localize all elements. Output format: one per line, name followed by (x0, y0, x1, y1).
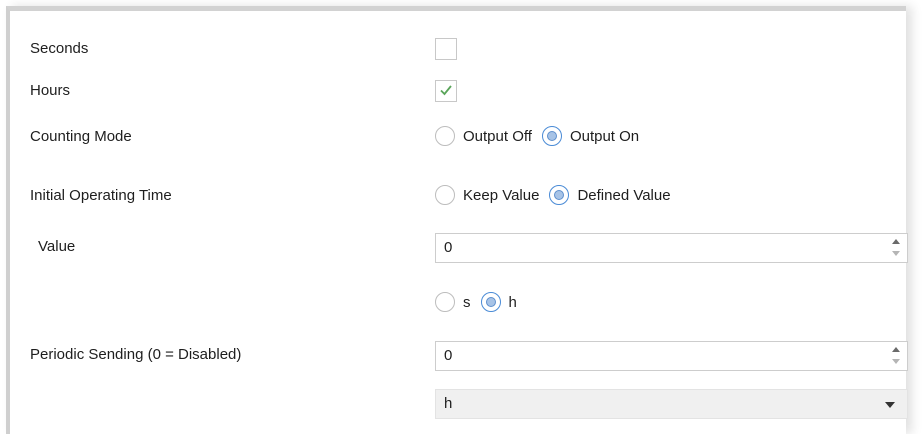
value-label: Value (38, 238, 76, 255)
spin-up-icon[interactable] (892, 347, 900, 352)
periodic-sending-spinbox[interactable]: 0 (435, 341, 908, 371)
row-periodic-sending: Periodic Sending (0 = Disabled) 0 (10, 341, 908, 371)
radio-h-label: h (508, 293, 517, 311)
radio-keep-value-label: Keep Value (463, 186, 540, 204)
initial-operating-time-label: Initial Operating Time (30, 187, 172, 204)
row-periodic-unit: h (10, 389, 908, 419)
hours-label: Hours (30, 82, 71, 99)
periodic-sending-label: Periodic Sending (0 = Disabled) (30, 346, 242, 363)
row-unit: s h (10, 289, 906, 319)
spin-up-icon[interactable] (892, 239, 900, 244)
row-value: Value 0 (10, 233, 908, 263)
radio-defined-value-label: Defined Value (577, 186, 671, 204)
hours-checkbox[interactable] (435, 80, 457, 102)
periodic-unit-selected: h (444, 395, 453, 412)
row-counting-mode: Counting Mode Output Off Output On (10, 123, 906, 153)
spin-down-icon[interactable] (892, 359, 900, 364)
radio-s-label: s (463, 293, 471, 311)
spin-down-icon[interactable] (892, 251, 900, 256)
row-hours: Hours (10, 77, 906, 107)
radio-option-defined-value[interactable]: Defined Value (549, 185, 671, 205)
seconds-label: Seconds (30, 40, 89, 57)
parameters-panel: Seconds Hours Counting Mode Output Off O… (6, 6, 908, 434)
radio-keep-value[interactable] (435, 185, 455, 205)
unit-radio-group: s h (435, 292, 527, 312)
radio-option-output-on[interactable]: Output On (541, 126, 640, 146)
radio-defined-value[interactable] (549, 185, 570, 205)
radio-option-s[interactable]: s (435, 292, 471, 312)
radio-option-output-off[interactable]: Output Off (435, 126, 532, 146)
value-input[interactable]: 0 (444, 239, 452, 256)
row-initial-operating-time: Initial Operating Time Keep Value Define… (10, 182, 906, 212)
radio-option-keep-value[interactable]: Keep Value (435, 185, 539, 205)
row-seconds: Seconds (10, 35, 906, 65)
seconds-checkbox[interactable] (435, 38, 457, 60)
chevron-down-icon[interactable] (885, 402, 895, 408)
radio-output-off-label: Output Off (463, 127, 532, 145)
radio-output-off[interactable] (435, 126, 455, 146)
checkmark-icon (440, 85, 452, 96)
counting-mode-radio-group: Output Off Output On (435, 126, 649, 146)
periodic-sending-input[interactable]: 0 (444, 347, 452, 364)
periodic-sending-spin-arrows[interactable] (891, 345, 901, 367)
radio-output-on[interactable] (541, 126, 562, 146)
radio-s[interactable] (435, 292, 455, 312)
initial-operating-time-radio-group: Keep Value Defined Value (435, 185, 681, 205)
counting-mode-label: Counting Mode (30, 128, 132, 145)
periodic-unit-dropdown[interactable]: h (435, 389, 908, 419)
radio-h[interactable] (480, 292, 501, 312)
value-spinbox[interactable]: 0 (435, 233, 908, 263)
radio-output-on-label: Output On (569, 127, 640, 145)
value-spin-arrows[interactable] (891, 237, 901, 259)
radio-option-h[interactable]: h (480, 292, 517, 312)
